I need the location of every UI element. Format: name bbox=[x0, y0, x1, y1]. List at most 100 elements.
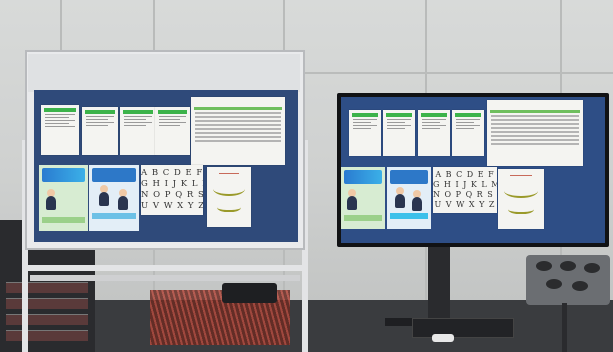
flyer-title-bar bbox=[42, 168, 85, 182]
calligraphy-stroke bbox=[213, 182, 245, 196]
table-row bbox=[195, 136, 281, 138]
text-line bbox=[45, 123, 69, 124]
text-line bbox=[86, 122, 114, 123]
alphabet-line: U V W X Y Z bbox=[141, 201, 203, 211]
whiteboard-surface bbox=[28, 54, 300, 92]
poster-green-header bbox=[383, 110, 415, 156]
text-line bbox=[124, 125, 146, 126]
table-row bbox=[491, 119, 579, 121]
text-line bbox=[422, 128, 440, 129]
text-line bbox=[124, 122, 152, 123]
text-line bbox=[86, 119, 108, 120]
calligraphy-poster bbox=[498, 169, 544, 229]
text-line bbox=[159, 119, 180, 120]
text-line bbox=[422, 122, 440, 123]
poster-green-header bbox=[418, 110, 450, 156]
alphabet-line: G H I J K L M bbox=[141, 179, 203, 189]
table-row bbox=[491, 143, 579, 145]
poster-header-bar bbox=[158, 110, 187, 114]
drum-pad bbox=[546, 279, 562, 289]
alphabet-line: G H I J K L M bbox=[433, 180, 497, 189]
monitor-stand bbox=[428, 247, 450, 322]
text-line bbox=[422, 119, 446, 120]
text-line bbox=[353, 125, 377, 126]
drum-pad bbox=[572, 281, 588, 291]
table-row bbox=[195, 116, 281, 118]
alphabet-line: N O P Q R S T bbox=[433, 190, 497, 199]
poster-table bbox=[191, 97, 285, 165]
text-line bbox=[387, 125, 411, 126]
flyer bbox=[341, 167, 385, 229]
rack-slot bbox=[6, 314, 88, 325]
poster-header-bar bbox=[455, 113, 481, 117]
person-figure bbox=[118, 196, 128, 210]
text-line bbox=[353, 128, 371, 129]
flyer bbox=[387, 167, 431, 229]
alphabet-line: N O P Q R S T bbox=[141, 190, 203, 200]
person-figure bbox=[46, 196, 56, 210]
text-line bbox=[456, 125, 480, 126]
poster-header-bar bbox=[386, 113, 412, 117]
text-line bbox=[45, 126, 75, 127]
text-line bbox=[456, 119, 480, 120]
flyer-band bbox=[92, 213, 136, 219]
table-row bbox=[195, 128, 281, 130]
device-box bbox=[222, 283, 277, 303]
calligraphy-stroke bbox=[217, 200, 241, 212]
wall-seam bbox=[300, 72, 613, 74]
rack-slot bbox=[6, 330, 88, 341]
table-row bbox=[491, 139, 579, 141]
flyer-band bbox=[344, 215, 382, 221]
flyer-band bbox=[390, 213, 428, 219]
alphabet-poster: A B C D E F G H I J K L M N O P Q R S T … bbox=[433, 167, 497, 213]
keyboard bbox=[412, 318, 514, 338]
poster-green-header bbox=[41, 105, 79, 155]
flyer bbox=[89, 165, 139, 231]
table-header-bar bbox=[490, 110, 580, 113]
drum-pad bbox=[584, 263, 600, 273]
poster-green-header bbox=[349, 110, 381, 156]
text-line bbox=[456, 122, 474, 123]
table-row bbox=[491, 131, 579, 133]
text-line bbox=[159, 116, 186, 117]
text-line bbox=[159, 122, 186, 123]
calligraphy-poster bbox=[207, 167, 251, 227]
table-row bbox=[491, 123, 579, 125]
poster-green-header bbox=[452, 110, 484, 156]
table-row bbox=[195, 140, 281, 142]
text-line bbox=[86, 125, 108, 126]
table-header-bar bbox=[194, 107, 282, 110]
rack-slot bbox=[6, 298, 88, 309]
flyer-title-bar bbox=[390, 170, 428, 184]
poster-header-bar bbox=[123, 110, 153, 114]
text-line bbox=[456, 128, 474, 129]
poster-header-bar bbox=[510, 175, 532, 176]
flyer-title-bar bbox=[92, 168, 136, 182]
table-row bbox=[195, 112, 281, 114]
person-figure bbox=[347, 196, 357, 210]
poster-header-bar bbox=[219, 173, 239, 174]
text-line bbox=[422, 125, 446, 126]
calligraphy-stroke bbox=[504, 184, 538, 198]
text-line bbox=[387, 128, 405, 129]
table-row bbox=[491, 115, 579, 117]
rack-slot bbox=[6, 282, 88, 293]
person-figure bbox=[395, 194, 405, 208]
stand-crossbar bbox=[22, 265, 308, 271]
alphabet-line: A B C D E F bbox=[141, 168, 203, 178]
device-stand bbox=[562, 303, 567, 352]
poster-green-header bbox=[82, 107, 118, 155]
flyer-band bbox=[42, 217, 85, 223]
table-row bbox=[195, 120, 281, 122]
table-row bbox=[195, 132, 281, 134]
text-line bbox=[124, 116, 152, 117]
poster-header-bar bbox=[352, 113, 378, 117]
person-figure bbox=[412, 197, 422, 211]
poster-header-bar bbox=[421, 113, 447, 117]
flyer-title-bar bbox=[344, 170, 382, 184]
alphabet-line: A B C D E F bbox=[435, 170, 495, 179]
stand-crossbar bbox=[30, 275, 300, 281]
table-row bbox=[491, 135, 579, 137]
text-line bbox=[45, 120, 75, 121]
text-line bbox=[387, 119, 411, 120]
